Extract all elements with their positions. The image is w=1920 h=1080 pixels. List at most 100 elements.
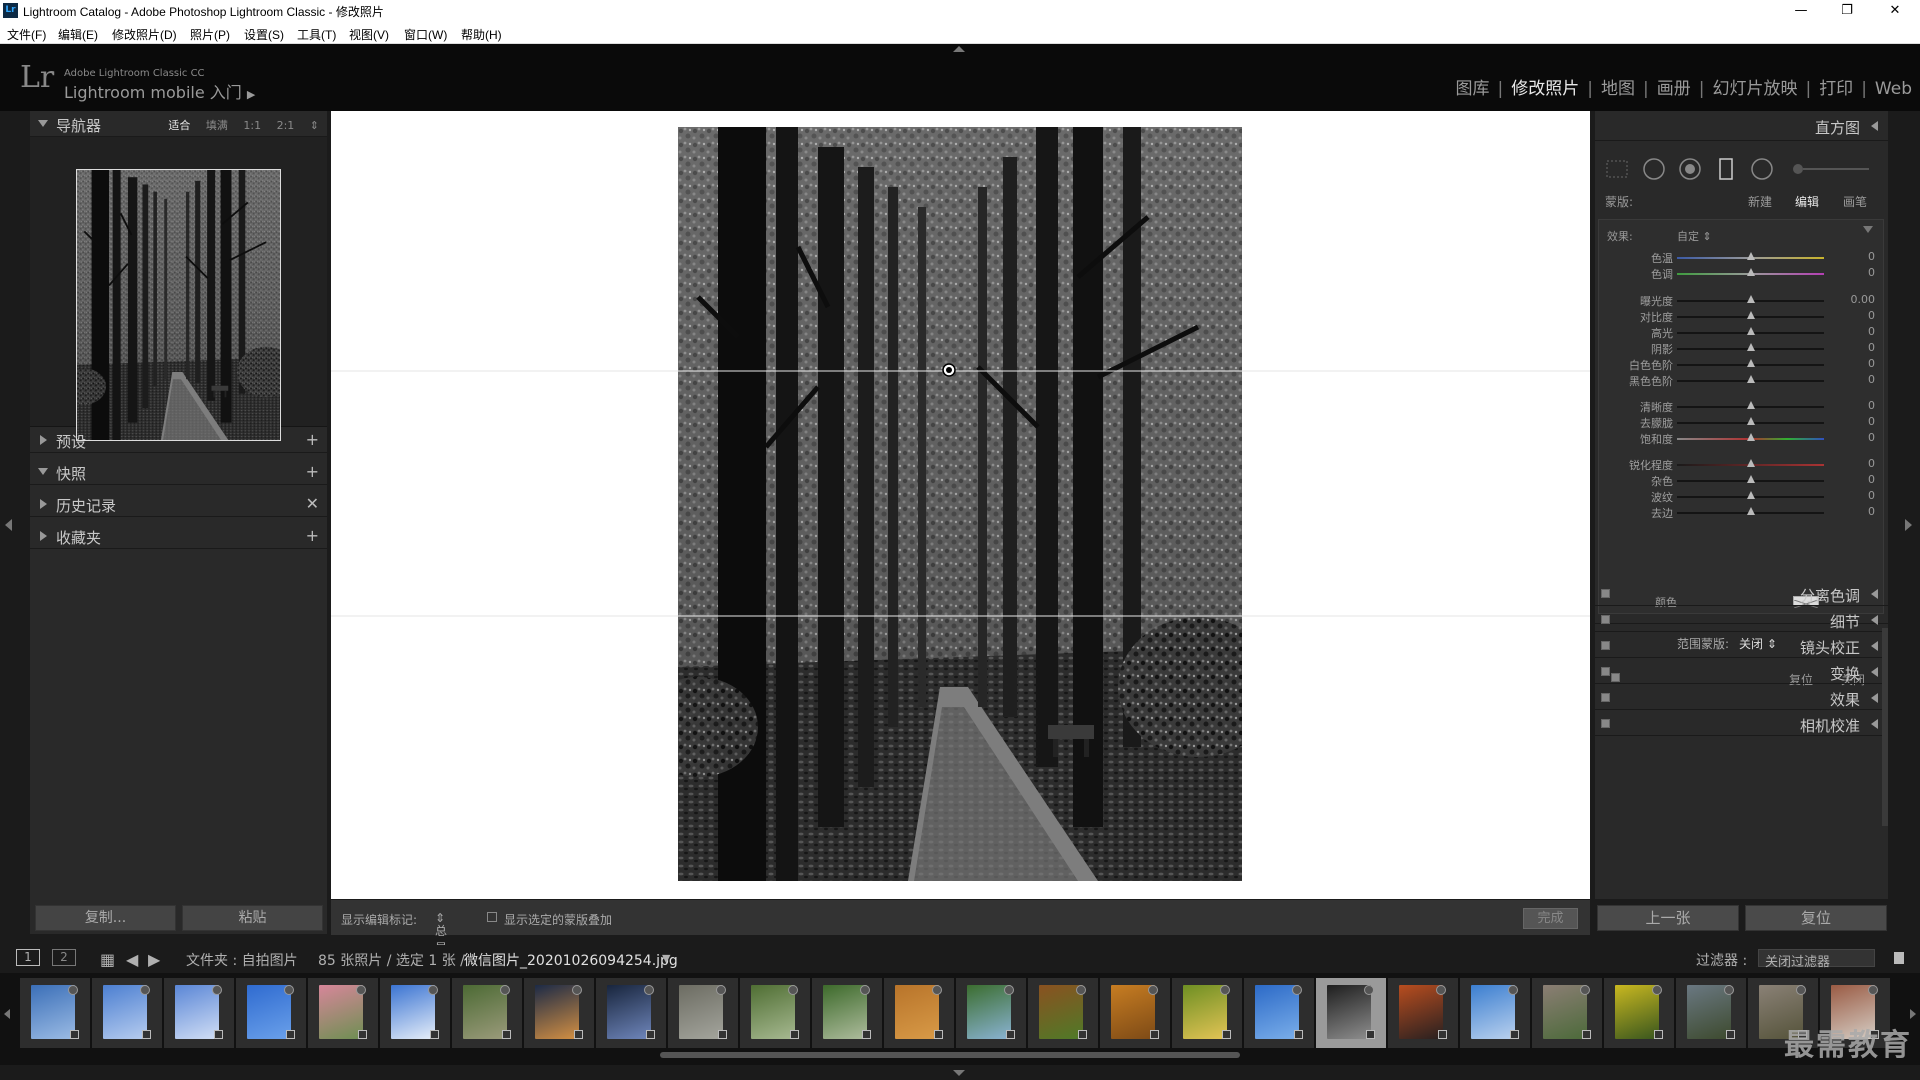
grid-view-icon[interactable]: ▦ [100, 950, 115, 969]
filmstrip-thumbnail[interactable] [1244, 978, 1314, 1048]
paste-button[interactable]: 粘贴 [182, 905, 323, 931]
panel-toggle-icon[interactable] [1601, 719, 1610, 728]
selected-filename[interactable]: 微信图片_20201026094254.jpg [464, 950, 678, 970]
effect-collapse-icon[interactable] [1863, 226, 1873, 233]
filmstrip-thumbnail[interactable] [956, 978, 1026, 1048]
panel-toggle-icon[interactable] [1601, 589, 1610, 598]
graduated-filter-icon[interactable] [1719, 158, 1733, 180]
panel-toggle-icon[interactable] [1601, 641, 1610, 650]
history-header[interactable]: 历史记录 ✕ [30, 491, 327, 517]
mask-edit-button[interactable]: 编辑 [1795, 193, 1819, 210]
slider-value[interactable]: 0 [1868, 415, 1875, 428]
filmstrip-thumbnail[interactable] [452, 978, 522, 1048]
filmstrip-thumbnail[interactable] [884, 978, 954, 1048]
panel-toggle-icon[interactable] [1601, 693, 1610, 702]
menu-develop[interactable]: 修改照片(D) [112, 26, 177, 43]
filmstrip-thumbnail[interactable] [1676, 978, 1746, 1048]
collapse-filmstrip-icon[interactable] [953, 1070, 965, 1076]
filmstrip-thumbnail[interactable] [812, 978, 882, 1048]
slider-thumb[interactable] [1747, 507, 1755, 515]
slider-value[interactable]: 0 [1868, 266, 1875, 279]
filter-lock-icon[interactable] [1894, 952, 1904, 964]
slider-value[interactable]: 0 [1868, 309, 1875, 322]
slider-thumb[interactable] [1747, 311, 1755, 319]
slider-thumb[interactable] [1747, 475, 1755, 483]
histogram-header[interactable]: 直方图 [1595, 111, 1888, 141]
navigator-thumbnail[interactable] [76, 169, 281, 441]
panel-header[interactable]: 镜头校正 [1595, 634, 1888, 658]
snapshots-header[interactable]: 快照 + [30, 459, 327, 485]
red-eye-icon[interactable] [1679, 158, 1701, 180]
slider-thumb[interactable] [1747, 459, 1755, 467]
module-web[interactable]: Web [1875, 79, 1912, 99]
done-button[interactable]: 完成 [1523, 908, 1578, 929]
left-panel-edge[interactable] [0, 111, 22, 969]
slider-value[interactable]: 0 [1868, 457, 1875, 470]
filmstrip-thumbnail[interactable] [1100, 978, 1170, 1048]
slider-value[interactable]: 0 [1868, 357, 1875, 370]
filmstrip-thumbnail[interactable] [668, 978, 738, 1048]
collapse-left-icon[interactable] [5, 519, 12, 531]
adjustment-brush-icon[interactable] [1793, 164, 1869, 174]
filmstrip-thumbnail[interactable] [380, 978, 450, 1048]
right-panel-scrollbar[interactable] [1882, 628, 1888, 826]
menu-edit[interactable]: 编辑(E) [58, 26, 98, 43]
slider-thumb[interactable] [1747, 375, 1755, 383]
slider-thumb[interactable] [1747, 401, 1755, 409]
clear-history-button[interactable]: ✕ [306, 494, 319, 513]
panel-header[interactable]: 变换 [1595, 660, 1888, 684]
slider-thumb[interactable] [1747, 491, 1755, 499]
filmstrip-thumbnail[interactable] [1388, 978, 1458, 1048]
slider-value[interactable]: 0 [1868, 473, 1875, 486]
add-collection-button[interactable]: + [306, 526, 319, 545]
panel-header[interactable]: 细节 [1595, 608, 1888, 632]
module-develop[interactable]: 修改照片 [1511, 74, 1579, 99]
slider-value[interactable]: 0 [1868, 399, 1875, 412]
slider-thumb[interactable] [1747, 252, 1755, 260]
filmstrip-thumbnail[interactable] [92, 978, 162, 1048]
slider-thumb[interactable] [1747, 359, 1755, 367]
zoom-fit[interactable]: 适合 [168, 119, 190, 132]
slider-value[interactable]: 0 [1868, 489, 1875, 502]
filmstrip-thumbnail[interactable] [740, 978, 810, 1048]
slider-value[interactable]: 0.00 [1851, 293, 1876, 306]
mask-brush-button[interactable]: 画笔 [1843, 193, 1867, 210]
slider-thumb[interactable] [1747, 295, 1755, 303]
filmstrip-thumbnail[interactable] [1604, 978, 1674, 1048]
filmstrip-thumbnail[interactable] [1532, 978, 1602, 1048]
menu-file[interactable]: 文件(F) [7, 26, 46, 43]
radial-filter-icon[interactable] [1751, 158, 1773, 180]
filter-select[interactable]: 关闭过滤器 [1758, 949, 1875, 970]
menu-settings[interactable]: 设置(S) [244, 26, 284, 43]
zoom-2-1[interactable]: 2:1 [277, 119, 295, 132]
slider-thumb[interactable] [1747, 343, 1755, 351]
menu-help[interactable]: 帮助(H) [461, 26, 502, 43]
presets-header[interactable]: 预设 + [30, 427, 327, 453]
main-window-button[interactable]: 1 [16, 949, 40, 966]
filmstrip-thumbnail[interactable] [308, 978, 378, 1048]
menu-photo[interactable]: 照片(P) [190, 26, 230, 43]
filmstrip-scrollbar[interactable] [660, 1052, 1240, 1058]
panel-header[interactable]: 相机校准 [1595, 712, 1888, 736]
slider-value[interactable]: 0 [1868, 325, 1875, 338]
lightroom-mobile-link[interactable]: Lightroom mobile 入门 ▶ [64, 79, 255, 103]
slider-thumb[interactable] [1747, 268, 1755, 276]
filmstrip-thumbnail[interactable] [1172, 978, 1242, 1048]
effect-preset-select[interactable]: 自定 ⇕ [1677, 228, 1712, 244]
collapse-right-icon[interactable] [1905, 519, 1912, 531]
scroll-right-icon[interactable] [1910, 1009, 1916, 1019]
panel-toggle-icon[interactable] [1601, 667, 1610, 676]
panel-header[interactable]: 分离色调 [1595, 582, 1888, 606]
slider-value[interactable]: 0 [1868, 431, 1875, 444]
module-slideshow[interactable]: 幻灯片放映 [1712, 74, 1797, 99]
module-map[interactable]: 地图 [1601, 74, 1635, 99]
zoom-1-1[interactable]: 1:1 [243, 119, 261, 132]
crop-overlay-icon[interactable] [1606, 160, 1628, 178]
module-library[interactable]: 图库 [1456, 74, 1490, 99]
zoom-stepper-icon[interactable]: ⇕ [310, 119, 319, 132]
filmstrip-thumbnail[interactable] [1028, 978, 1098, 1048]
back-arrow-icon[interactable]: ◀ [126, 950, 138, 969]
add-preset-button[interactable]: + [306, 430, 319, 449]
slider-thumb[interactable] [1747, 327, 1755, 335]
minimize-button[interactable]: — [1778, 0, 1824, 22]
